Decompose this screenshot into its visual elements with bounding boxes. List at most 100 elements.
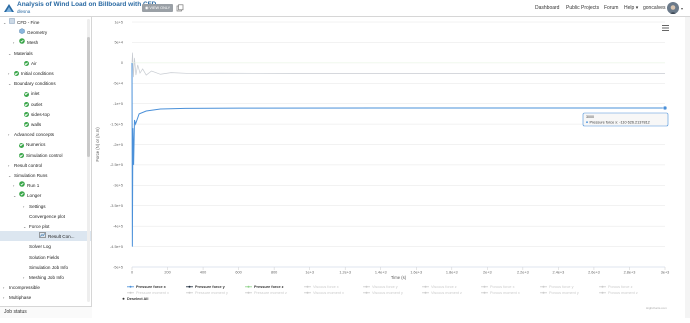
chevron-right-icon[interactable]: › (13, 181, 14, 191)
legend-marker[interactable] (129, 291, 132, 294)
simscale-logo-icon[interactable] (3, 2, 15, 14)
job-status-panel[interactable]: Job status (0, 306, 92, 318)
tree-item[interactable]: Solution Fields (29, 253, 59, 263)
deselect-all-button[interactable]: Deselect All (127, 297, 148, 301)
avatar-chevron-icon[interactable]: ▾ (681, 6, 683, 11)
series-pressure-force-x[interactable] (131, 62, 666, 247)
chevron-right-icon[interactable]: › (8, 69, 9, 79)
series-pressure-force-y[interactable] (131, 52, 665, 78)
legend-marker[interactable] (129, 285, 132, 288)
tree-item[interactable]: Incompressible (9, 283, 40, 293)
legend-marker[interactable] (601, 291, 604, 294)
chevron-right-icon[interactable]: › (3, 293, 4, 303)
legend-marker[interactable] (188, 291, 191, 294)
tree-item[interactable]: Force plot (29, 222, 49, 232)
project-owner-link[interactable]: dlesna (17, 9, 30, 14)
chevron-down-icon[interactable]: ⌄ (13, 191, 16, 201)
copy-project-icon[interactable] (176, 4, 184, 12)
legend-marker[interactable] (483, 285, 486, 288)
tree-item[interactable]: Materials (14, 49, 33, 59)
tree-item[interactable]: Run 1 (19, 181, 39, 191)
tree-item-label: Advanced concepts (14, 132, 55, 138)
tree-item[interactable]: Meshing Job Info (29, 273, 64, 283)
chevron-down-icon[interactable]: ⌄ (8, 171, 11, 181)
chevron-down-icon[interactable]: ⌄ (8, 79, 11, 89)
tree-item[interactable]: inlet (24, 89, 39, 99)
force-plot-chart[interactable]: 1e+5 5e+4 0 -5e+4 -1e+5 -1.5e+5 -2e+5 -2.5e+5 -3… (92, 17, 690, 318)
tree-item[interactable]: Simulation control (19, 151, 63, 161)
avatar[interactable] (667, 2, 679, 14)
tree-item[interactable]: Geometry (19, 28, 47, 38)
nav-help[interactable]: Help ▾ (624, 5, 638, 11)
legend-marker[interactable] (188, 285, 191, 288)
username[interactable]: goncalves (643, 5, 666, 11)
tree-item[interactable]: Result Con... (39, 232, 75, 242)
tree-item[interactable]: Simulation Runs (14, 171, 47, 181)
tree-item[interactable]: CFD - Fine (9, 18, 39, 28)
legend-item[interactable]: Viscous force y (372, 285, 398, 289)
tree-item[interactable]: Boundary conditions (14, 79, 56, 89)
legend-item[interactable]: Porous force x (490, 285, 515, 289)
chevron-right-icon[interactable]: › (23, 273, 24, 283)
legend-marker[interactable] (601, 285, 604, 288)
chevron-right-icon[interactable]: › (23, 202, 24, 212)
tree-item[interactable]: Result control (14, 161, 42, 171)
tree-item[interactable]: Advanced concepts (14, 130, 54, 140)
sidebar-scrollbar-thumb[interactable] (87, 37, 90, 157)
legend-marker[interactable] (306, 285, 309, 288)
tree-item[interactable]: walls (24, 120, 41, 130)
legend-marker[interactable] (247, 291, 250, 294)
tree-item[interactable]: Longer (19, 191, 41, 201)
chevron-down-icon[interactable]: ⌄ (8, 49, 11, 59)
legend-marker[interactable] (542, 285, 545, 288)
legend-item[interactable]: Viscous moment x (313, 291, 344, 295)
legend-item[interactable]: Porous moment x (490, 291, 520, 295)
tree-item[interactable]: Simulation Job Info (29, 263, 68, 273)
hover-point-marker[interactable] (662, 105, 668, 111)
chart-credit[interactable]: Highcharts.com (646, 306, 667, 310)
legend-item[interactable]: Viscous moment y (372, 291, 403, 295)
legend-item[interactable]: Viscous force x (313, 285, 339, 289)
tree-item[interactable]: Initial conditions (14, 69, 54, 79)
legend-item[interactable]: Viscous moment z (431, 291, 462, 295)
legend-marker[interactable] (247, 285, 250, 288)
tree-item[interactable]: Settings (29, 202, 46, 212)
tree-item[interactable]: Air (24, 59, 37, 69)
nav-forum[interactable]: Forum (604, 5, 618, 11)
chevron-right-icon[interactable]: › (8, 161, 9, 171)
main-scrollbar[interactable] (685, 17, 690, 318)
legend-item[interactable]: Porous moment y (549, 291, 579, 295)
nav-public-projects[interactable]: Public Projects (566, 5, 599, 11)
chevron-down-icon[interactable]: ⌄ (3, 18, 6, 28)
chevron-right-icon[interactable]: › (8, 130, 9, 140)
tree-item[interactable]: sides-top (24, 110, 50, 120)
legend-marker[interactable] (424, 285, 427, 288)
tree-item[interactable]: Mesh (19, 38, 38, 48)
legend-item[interactable]: Porous moment z (608, 291, 638, 295)
nav-dashboard[interactable]: Dashboard (535, 5, 559, 11)
legend-item[interactable]: Pressure force y (195, 285, 226, 289)
legend-marker[interactable] (365, 285, 368, 288)
chevron-right-icon[interactable]: › (3, 283, 4, 293)
legend-marker[interactable] (542, 291, 545, 294)
legend-marker[interactable] (483, 291, 486, 294)
legend-item[interactable]: Porous force y (549, 285, 574, 289)
legend-marker[interactable] (424, 291, 427, 294)
chart-menu-icon[interactable] (662, 25, 669, 31)
legend-marker[interactable] (306, 291, 309, 294)
legend-item[interactable]: Pressure moment y (195, 291, 228, 295)
tree-item[interactable]: Convergence plot (29, 212, 65, 222)
legend-item[interactable]: Pressure force z (254, 285, 284, 289)
legend-item[interactable]: Pressure force x (136, 285, 167, 289)
tree-item[interactable]: Multiphase (9, 293, 31, 303)
legend-item[interactable]: Pressure moment x (136, 291, 169, 295)
tree-item[interactable]: Solver Log (29, 242, 51, 252)
chevron-right-icon[interactable]: › (13, 38, 14, 48)
legend-item[interactable]: Porous force z (608, 285, 633, 289)
tree-item[interactable]: Numerics (19, 140, 45, 150)
tree-item[interactable]: outlet (24, 100, 42, 110)
legend-marker[interactable] (365, 291, 368, 294)
chevron-down-icon[interactable]: ⌄ (23, 222, 26, 232)
legend-item[interactable]: Pressure moment z (254, 291, 287, 295)
legend-item[interactable]: Viscous force z (431, 285, 457, 289)
